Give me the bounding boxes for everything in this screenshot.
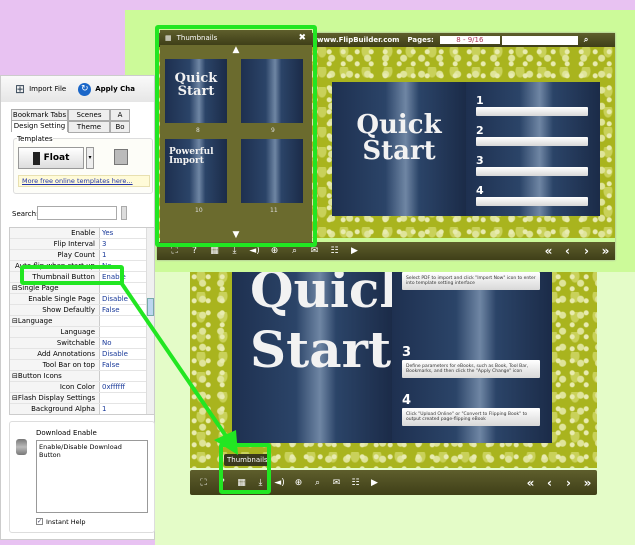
thumbnail-button-row-highlight [20,265,124,285]
